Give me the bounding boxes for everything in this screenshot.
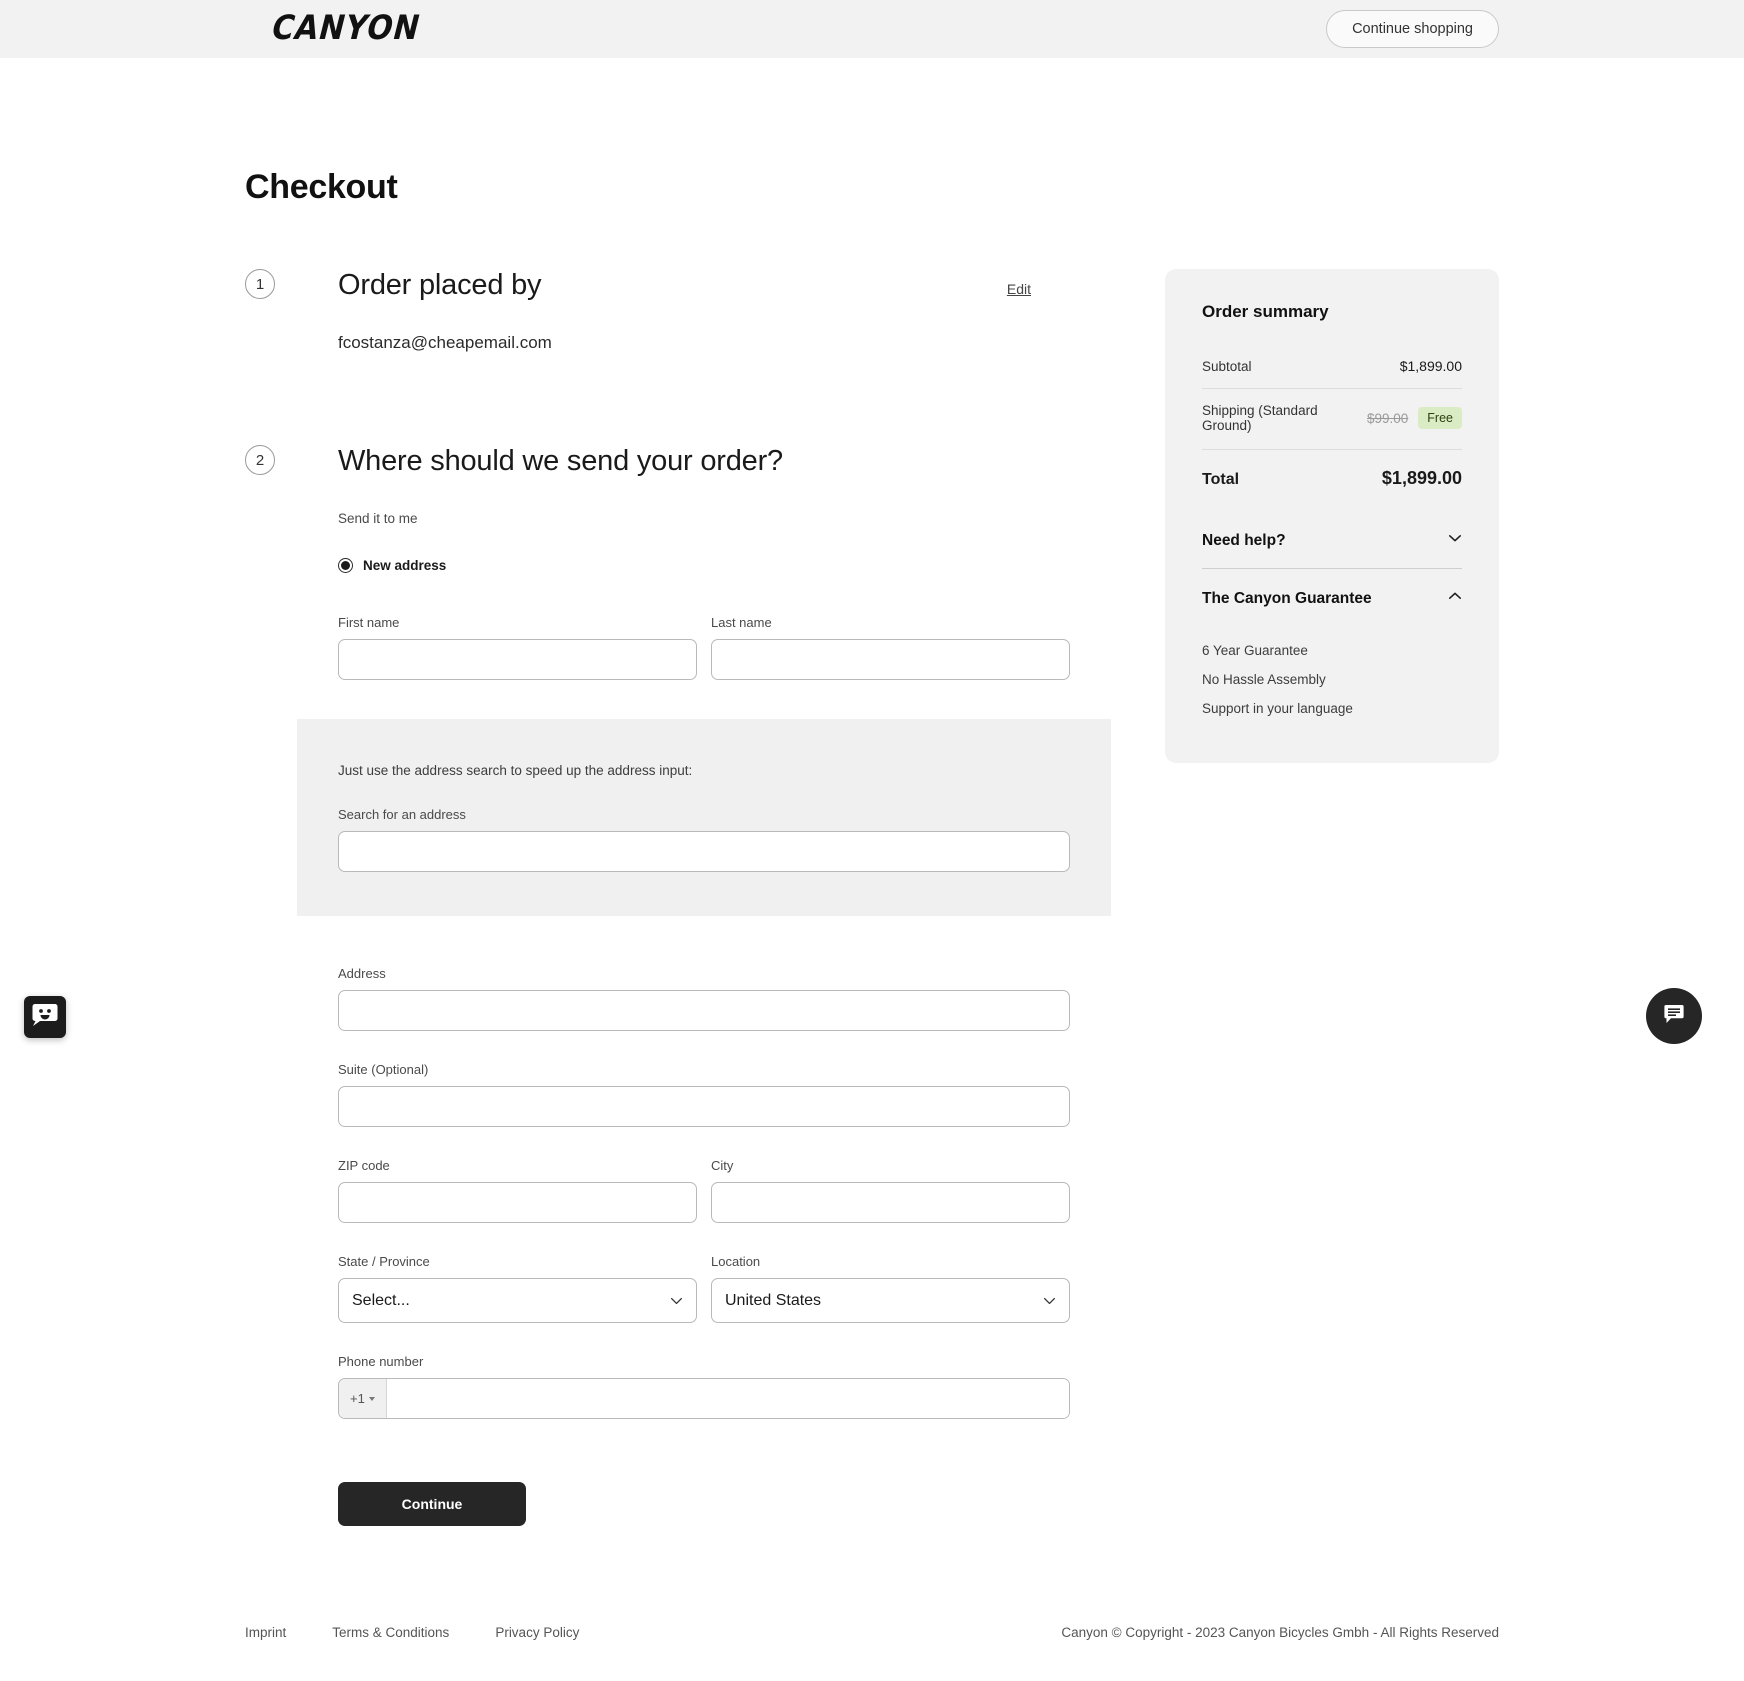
first-name-input[interactable]	[338, 639, 697, 680]
footer-link-terms[interactable]: Terms & Conditions	[332, 1625, 449, 1640]
city-input[interactable]	[711, 1182, 1070, 1223]
site-footer: Imprint Terms & Conditions Privacy Polic…	[0, 1625, 1744, 1640]
field-address: Address	[338, 966, 1070, 1031]
field-phone: Phone number +1	[338, 1354, 1070, 1419]
field-address-search: Search for an address	[338, 807, 1070, 872]
field-suite: Suite (Optional)	[338, 1062, 1070, 1127]
site-header: CANYON Continue shopping	[0, 0, 1744, 58]
shipping-free-badge: Free	[1418, 407, 1462, 429]
last-name-input[interactable]	[711, 639, 1070, 680]
suite-input[interactable]	[338, 1086, 1070, 1127]
order-summary-panel: Order summary Subtotal $1,899.00 Shippin…	[1165, 269, 1499, 763]
list-item: Support in your language	[1202, 701, 1353, 716]
address-form: First name Last name Just use the addres…	[297, 615, 1111, 1526]
summary-row-subtotal: Subtotal $1,899.00	[1202, 344, 1462, 388]
delivery-method-label: Send it to me	[338, 511, 418, 526]
smiley-speech-bubble-icon	[32, 1003, 58, 1032]
checkout-main-column: 1 Order placed by Edit fcostanza@cheapem…	[245, 269, 1111, 1526]
zip-input[interactable]	[338, 1182, 697, 1223]
caret-down-icon	[368, 1396, 375, 1401]
shipping-label: Shipping (Standard Ground)	[1202, 403, 1318, 433]
field-zip: ZIP code	[338, 1158, 697, 1223]
step-1-number: 1	[245, 269, 275, 299]
continue-button[interactable]: Continue	[338, 1482, 526, 1526]
need-help-title: Need help?	[1202, 531, 1286, 549]
step-shipping-address: 2 Where should we send your order? Send …	[245, 445, 1111, 1526]
step-2-title: Where should we send your order?	[338, 445, 783, 477]
city-label: City	[711, 1158, 734, 1173]
state-select[interactable]: Select...	[338, 1278, 697, 1323]
phone-country-code: +1	[350, 1391, 365, 1406]
accordion-canyon-guarantee[interactable]: The Canyon Guarantee	[1202, 569, 1462, 626]
step-2-number: 2	[245, 445, 275, 475]
footer-copyright: Canyon © Copyright - 2023 Canyon Bicycle…	[1061, 1625, 1499, 1640]
edit-email-link[interactable]: Edit	[1007, 281, 1031, 297]
subtotal-value: $1,899.00	[1399, 358, 1462, 374]
address-search-label: Search for an address	[338, 807, 466, 822]
phone-input[interactable]	[386, 1379, 1069, 1418]
canyon-guarantee-title: The Canyon Guarantee	[1202, 589, 1372, 607]
subtotal-label: Subtotal	[1202, 358, 1252, 374]
chevron-down-icon	[1448, 531, 1462, 550]
first-name-label: First name	[338, 615, 400, 630]
radio-selected-icon	[338, 558, 353, 573]
phone-label: Phone number	[338, 1354, 424, 1369]
guarantee-list: 6 Year Guarantee No Hassle Assembly Supp…	[1202, 626, 1462, 723]
field-last-name: Last name	[711, 615, 1070, 680]
step-1-title: Order placed by	[338, 269, 542, 301]
location-label: Location	[711, 1254, 761, 1269]
address-search-input[interactable]	[338, 831, 1070, 872]
phone-country-code-selector[interactable]: +1	[339, 1379, 387, 1418]
accordion-need-help[interactable]: Need help?	[1202, 511, 1462, 568]
page-container: Checkout 1 Order placed by Edit fcostanz…	[0, 168, 1744, 1526]
field-city: City	[711, 1158, 1070, 1223]
chat-bubble-icon	[1662, 1002, 1686, 1031]
shipping-old-price: $99.00	[1367, 410, 1409, 426]
feedback-widget-button[interactable]	[24, 996, 66, 1038]
total-label: Total	[1202, 471, 1240, 488]
last-name-label: Last name	[711, 615, 772, 630]
footer-links: Imprint Terms & Conditions Privacy Polic…	[245, 1625, 579, 1640]
order-summary-column: Order summary Subtotal $1,899.00 Shippin…	[1165, 269, 1499, 763]
checkout-content: 1 Order placed by Edit fcostanza@cheapem…	[245, 269, 1499, 1526]
step-order-placed-by: 1 Order placed by Edit fcostanza@cheapem…	[245, 269, 1070, 353]
chat-widget-button[interactable]	[1646, 988, 1702, 1044]
canyon-logo: CANYON	[267, 8, 425, 49]
radio-new-address[interactable]: New address	[338, 558, 1070, 573]
state-label: State / Province	[338, 1254, 430, 1269]
continue-shopping-button[interactable]: Continue shopping	[1326, 10, 1499, 48]
list-item: 6 Year Guarantee	[1202, 643, 1308, 658]
summary-row-shipping: Shipping (Standard Ground) $99.00 Free	[1202, 388, 1462, 447]
location-select[interactable]: United States	[711, 1278, 1070, 1323]
customer-email: fcostanza@cheapemail.com	[338, 333, 552, 352]
list-item: No Hassle Assembly	[1202, 672, 1326, 687]
order-summary-title: Order summary	[1202, 302, 1329, 321]
address-input[interactable]	[338, 990, 1070, 1031]
total-value: $1,899.00	[1381, 468, 1462, 488]
suite-label: Suite (Optional)	[338, 1062, 429, 1077]
field-state: State / Province Select...	[338, 1254, 697, 1323]
address-search-panel: Just use the address search to speed up …	[297, 719, 1111, 916]
summary-row-total: Total $1,899.00	[1202, 449, 1462, 489]
field-location: Location United States	[711, 1254, 1070, 1323]
chevron-up-icon	[1448, 589, 1462, 608]
footer-link-imprint[interactable]: Imprint	[245, 1625, 286, 1640]
zip-label: ZIP code	[338, 1158, 390, 1173]
page-title: Checkout	[245, 168, 398, 206]
radio-new-address-label: New address	[363, 558, 447, 573]
address-search-hint: Just use the address search to speed up …	[338, 763, 693, 778]
address-label: Address	[338, 966, 386, 981]
footer-link-privacy[interactable]: Privacy Policy	[495, 1625, 579, 1640]
field-first-name: First name	[338, 615, 697, 680]
